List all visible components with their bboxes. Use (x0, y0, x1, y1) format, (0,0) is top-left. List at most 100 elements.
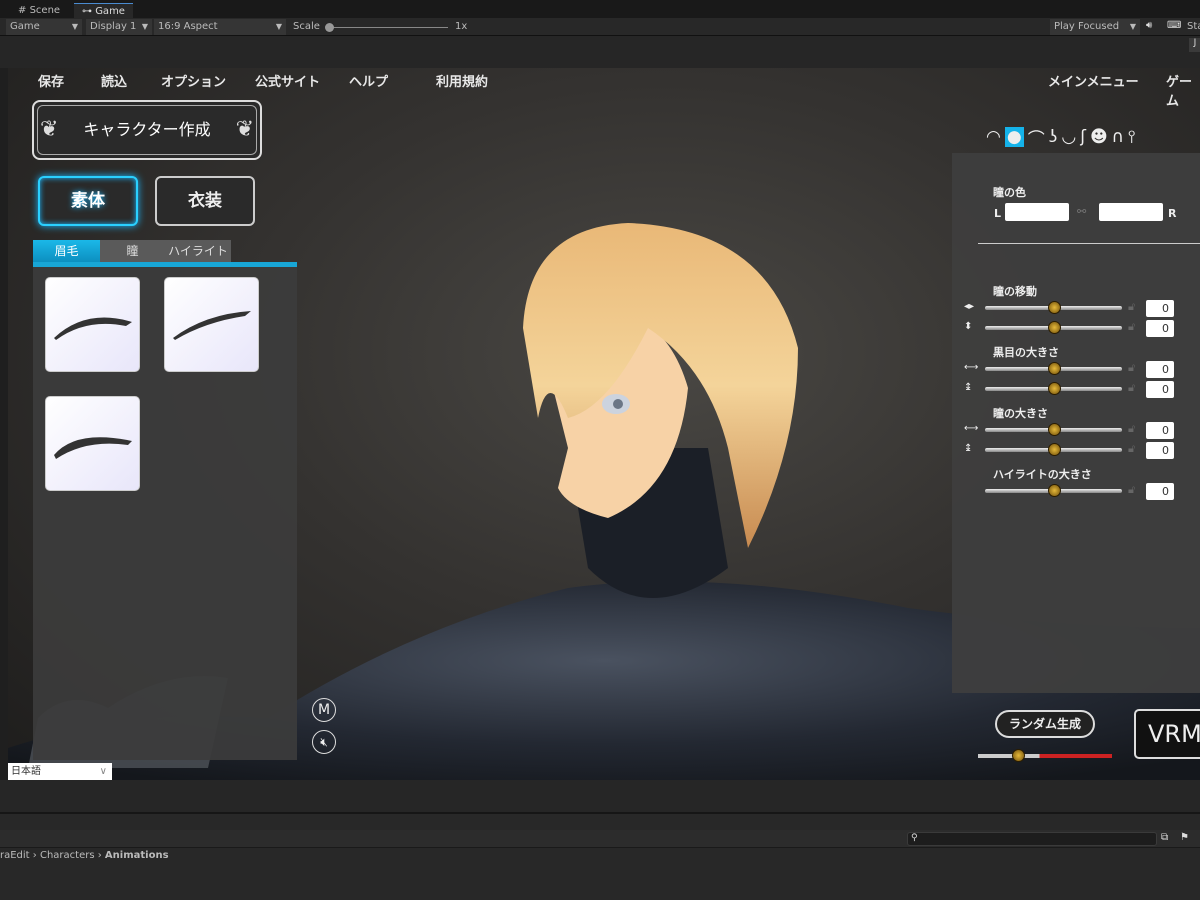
breadcrumb-item[interactable]: Animations (105, 850, 169, 861)
pupil-settings-panel: 瞳の色 L ⚯ R 瞳の移動 ◂▸ 🔓︎ 0 ⬍ 🔓︎ 0 黒目の大きさ ⟷ 🔓︎ 0 ↨… (952, 153, 1200, 693)
nose-icon[interactable]: ʖ (1049, 127, 1058, 147)
eyebrow-icon[interactable]: ⌒ (1028, 125, 1045, 150)
eyebrow-option[interactable] (45, 277, 140, 372)
random-slider[interactable] (978, 749, 1112, 762)
play-mode-dropdown[interactable]: Play Focused ▼ (1050, 19, 1140, 35)
horizontal-arrows-icon: ◂▸ (964, 301, 975, 312)
breadcrumb-item[interactable]: Characters (40, 850, 95, 861)
tab-game[interactable]: ⊶ Game (74, 3, 133, 18)
lock-icon[interactable]: 🔓︎ (1128, 381, 1135, 395)
slider-track[interactable] (985, 382, 1122, 395)
slider-knob[interactable] (1048, 301, 1061, 314)
slider-value[interactable]: 0 (1146, 381, 1174, 398)
pupil-icon[interactable]: ● (1004, 127, 1024, 147)
lock-icon[interactable]: 🔓︎ (1128, 442, 1135, 456)
eyebrow-option[interactable] (164, 277, 259, 372)
project-panel: ⚲ ⧉ ⚑ raEdit › Characters › Animations (0, 812, 1200, 900)
project-toolbar: ⚲ ⧉ ⚑ (0, 830, 1200, 848)
slider-knob[interactable] (1048, 382, 1061, 395)
body-icon[interactable]: ⫯ (1128, 127, 1135, 147)
aspect-dropdown[interactable]: 16:9 Aspect ▼ (154, 19, 286, 35)
menu-main-menu[interactable]: メインメニュー (1048, 71, 1139, 90)
slider-track[interactable] (985, 301, 1122, 314)
vrm-export-button[interactable]: VRM (1134, 709, 1200, 759)
menu-help[interactable]: ヘルプ (349, 71, 388, 90)
slider-value[interactable]: 0 (1146, 300, 1174, 317)
hair-icon[interactable]: ∩ (1112, 127, 1124, 147)
editor-tab-bar: # Scene ⊶ Game (0, 0, 1200, 18)
motion-button[interactable]: M (312, 698, 336, 722)
ear-icon[interactable]: ʃ (1080, 127, 1086, 147)
tab-eyebrows[interactable]: 眉毛 (33, 240, 100, 262)
lock-icon[interactable]: 🔓︎ (1128, 422, 1135, 436)
right-eye-color-swatch[interactable] (1099, 203, 1163, 221)
body-mode-button[interactable]: 素体 (38, 176, 138, 226)
breadcrumb-item[interactable]: raEdit (0, 850, 30, 861)
slider-track[interactable] (985, 423, 1122, 436)
slider-track[interactable] (985, 443, 1122, 456)
tab-scene[interactable]: # Scene (10, 3, 68, 18)
face-icon[interactable]: ☻ (1090, 127, 1108, 147)
link-icon[interactable]: ⚯ (1077, 205, 1086, 218)
left-eye-color-swatch[interactable] (1005, 203, 1069, 221)
vertical-arrows-icon: ⬍ (964, 321, 973, 332)
project-search-input[interactable]: ⚲ (907, 832, 1157, 846)
game-view-margin: J (0, 36, 1200, 68)
game-dropdown[interactable]: Game ▼ (6, 19, 82, 35)
right-eye-label: R (1168, 207, 1177, 220)
slider-value[interactable]: 0 (1146, 320, 1174, 337)
slider-knob[interactable] (1048, 443, 1061, 456)
lips-icon[interactable]: ◡ (1061, 127, 1076, 147)
lock-icon[interactable]: 🔓︎ (1128, 300, 1135, 314)
height-icon: ↨ (964, 443, 973, 454)
random-generate-button[interactable]: ランダム生成 (995, 710, 1095, 738)
slider-value[interactable]: 0 (1146, 442, 1174, 459)
lock-icon[interactable]: 🔓︎ (1128, 320, 1135, 334)
display-dropdown[interactable]: Display 1 ▼ (86, 19, 152, 35)
eyebrow-icon (54, 437, 132, 459)
slider-track[interactable] (985, 321, 1122, 334)
outfit-mode-button[interactable]: 衣装 (155, 176, 255, 226)
menu-options[interactable]: オプション (161, 71, 226, 90)
width-icon: ⟷ (964, 423, 979, 434)
slider-value[interactable]: 0 (1146, 422, 1174, 439)
eyebrow-option[interactable] (45, 396, 140, 491)
lock-icon[interactable]: 🔓︎ (1128, 483, 1135, 497)
menu-terms[interactable]: 利用規約 (436, 71, 488, 90)
menu-official-site[interactable]: 公式サイト (255, 71, 320, 90)
eye-icon[interactable]: ◠ (986, 127, 1001, 147)
stats-button[interactable]: Sta (1187, 21, 1200, 32)
menu-load[interactable]: 読込 (101, 71, 127, 90)
mute-icon[interactable]: 🔇︎ (312, 730, 336, 754)
random-slider-knob[interactable] (1012, 749, 1025, 762)
slider-value[interactable]: 0 (1146, 483, 1174, 500)
ornament-icon: ❦ (235, 117, 254, 142)
filter-icon[interactable]: ⧉ (1161, 832, 1168, 843)
slider-knob[interactable] (1048, 362, 1061, 375)
slider-knob[interactable] (1048, 321, 1061, 334)
menu-save[interactable]: 保存 (38, 71, 64, 90)
audio-icon[interactable]: 🔊︎ (1146, 20, 1152, 31)
keyboard-icon[interactable]: ⌨ (1167, 20, 1181, 31)
tab-pupil[interactable]: 瞳 (100, 240, 165, 262)
search-icon: ⚲ (911, 833, 918, 843)
game-toolbar: Game ▼ Display 1 ▼ 16:9 Aspect ▼ Scale 1x P… (0, 18, 1200, 36)
layers-icon[interactable]: ⚑ (1180, 832, 1189, 843)
slider-knob[interactable] (1048, 423, 1061, 436)
breadcrumb: raEdit › Characters › Animations (0, 850, 169, 861)
scale-label: Scale (293, 21, 320, 32)
menu-game[interactable]: ゲーム (1166, 71, 1200, 109)
tab-highlight[interactable]: ハイライト (165, 240, 231, 262)
scale-slider[interactable] (325, 23, 448, 32)
slider-group-label: 黒目の大きさ (993, 346, 1059, 359)
lock-icon[interactable]: 🔓︎ (1128, 361, 1135, 375)
width-icon: ⟷ (964, 362, 979, 373)
slider-knob[interactable] (1048, 484, 1061, 497)
j-button[interactable]: J (1189, 38, 1200, 52)
eye-color-label: 瞳の色 (993, 186, 1026, 199)
slider-track[interactable] (985, 484, 1122, 497)
eyebrow-icon (54, 317, 132, 340)
slider-track[interactable] (985, 362, 1122, 375)
slider-value[interactable]: 0 (1146, 361, 1174, 378)
language-dropdown[interactable]: 日本語 ∨ (8, 763, 112, 780)
